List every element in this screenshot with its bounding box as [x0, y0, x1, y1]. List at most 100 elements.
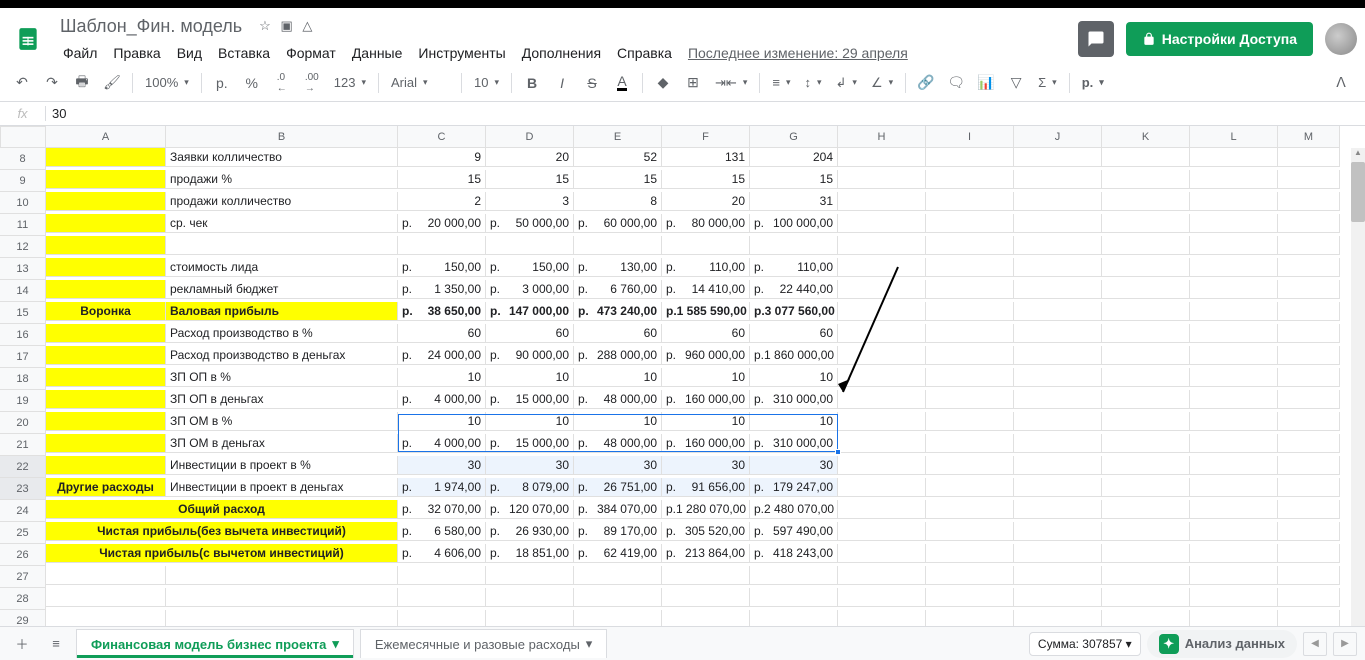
cell-C18[interactable]: 10 — [398, 368, 486, 387]
cell-M24[interactable] — [1278, 500, 1340, 519]
cell-K29[interactable] — [1102, 610, 1190, 626]
cell-D26[interactable]: р.18 851,00 — [486, 544, 574, 563]
cell-M21[interactable] — [1278, 434, 1340, 453]
cell-B19[interactable]: ЗП ОП в деньгах — [166, 390, 398, 409]
cell-D27[interactable] — [486, 566, 574, 585]
cell-F19[interactable]: р.160 000,00 — [662, 390, 750, 409]
cell-C22[interactable]: 30 — [398, 456, 486, 475]
row-header-18[interactable]: 18 — [0, 368, 46, 390]
sheet-tab-2[interactable]: Ежемесячные и разовые расходы▾ — [360, 629, 607, 658]
zoom-combo[interactable]: 100% — [139, 75, 195, 90]
cell-M18[interactable] — [1278, 368, 1340, 387]
percent-button[interactable]: % — [238, 69, 266, 97]
vertical-scrollbar[interactable] — [1351, 148, 1365, 626]
cell-F18[interactable]: 10 — [662, 368, 750, 387]
cell-G22[interactable]: 30 — [750, 456, 838, 475]
cell-A9[interactable] — [46, 170, 166, 189]
insert-chart-button[interactable]: 📊 — [972, 69, 1000, 97]
cell-D24[interactable]: р.120 070,00 — [486, 500, 574, 519]
cell-B20[interactable]: ЗП ОМ в % — [166, 412, 398, 431]
cell-K11[interactable] — [1102, 214, 1190, 233]
cell-F14[interactable]: р.14 410,00 — [662, 280, 750, 299]
cell-L12[interactable] — [1190, 236, 1278, 255]
increase-decimal-button[interactable]: .00→ — [298, 69, 326, 97]
cell-J13[interactable] — [1014, 258, 1102, 277]
cell-F20[interactable]: 10 — [662, 412, 750, 431]
wrap-button[interactable]: ↲ — [830, 75, 863, 91]
cell-G25[interactable]: р.597 490,00 — [750, 522, 838, 541]
tab-dropdown-icon[interactable]: ▾ — [586, 636, 593, 652]
cell-B10[interactable]: продажи колличество — [166, 192, 398, 211]
col-header-F[interactable]: F — [662, 126, 750, 148]
row-header-8[interactable]: 8 — [0, 148, 46, 170]
cell-M14[interactable] — [1278, 280, 1340, 299]
scroll-tabs-right[interactable]: ▶ — [1333, 632, 1357, 656]
row-header-11[interactable]: 11 — [0, 214, 46, 236]
row-header-15[interactable]: 15 — [0, 302, 46, 324]
cell-D19[interactable]: р.15 000,00 — [486, 390, 574, 409]
cell-D9[interactable]: 15 — [486, 170, 574, 189]
cell-I9[interactable] — [926, 170, 1014, 189]
cell-G19[interactable]: р.310 000,00 — [750, 390, 838, 409]
cell-E16[interactable]: 60 — [574, 324, 662, 343]
cell-I16[interactable] — [926, 324, 1014, 343]
row-header-25[interactable]: 25 — [0, 522, 46, 544]
menu-edit[interactable]: Правка — [106, 41, 167, 65]
cell-B23[interactable]: Инвестиции в проект в деньгах — [166, 478, 398, 497]
cell-C15[interactable]: р.38 650,00 — [398, 302, 486, 321]
share-button[interactable]: Настройки Доступа — [1126, 22, 1313, 56]
cell-K21[interactable] — [1102, 434, 1190, 453]
cell-E13[interactable]: р.130,00 — [574, 258, 662, 277]
col-header-G[interactable]: G — [750, 126, 838, 148]
cell-K8[interactable] — [1102, 148, 1190, 167]
cell-A21[interactable] — [46, 434, 166, 453]
cell-E8[interactable]: 52 — [574, 148, 662, 167]
decrease-decimal-button[interactable]: .0← — [268, 69, 296, 97]
cell-H22[interactable] — [838, 456, 926, 475]
add-sheet-button[interactable]: ＋ — [8, 630, 36, 658]
cell-G11[interactable]: р.100 000,00 — [750, 214, 838, 233]
col-header-B[interactable]: B — [166, 126, 398, 148]
cell-D21[interactable]: р.15 000,00 — [486, 434, 574, 453]
cell-G12[interactable] — [750, 236, 838, 255]
cell-F24[interactable]: р.1 280 070,00 — [662, 500, 750, 519]
cell-M22[interactable] — [1278, 456, 1340, 475]
italic-button[interactable]: I — [548, 69, 576, 97]
scroll-tabs-left[interactable]: ◀ — [1303, 632, 1327, 656]
cell-K26[interactable] — [1102, 544, 1190, 563]
cell-C9[interactable]: 15 — [398, 170, 486, 189]
cell-M9[interactable] — [1278, 170, 1340, 189]
cell-A13[interactable] — [46, 258, 166, 277]
user-avatar[interactable] — [1325, 23, 1357, 55]
cell-F28[interactable] — [662, 588, 750, 607]
col-header-K[interactable]: K — [1102, 126, 1190, 148]
cell-G27[interactable] — [750, 566, 838, 585]
cell-M27[interactable] — [1278, 566, 1340, 585]
cell-C23[interactable]: р.1 974,00 — [398, 478, 486, 497]
cell-E21[interactable]: р.48 000,00 — [574, 434, 662, 453]
cell-M17[interactable] — [1278, 346, 1340, 365]
sheet-tab-active[interactable]: Финансовая модель бизнес проекта▾ — [76, 629, 354, 658]
cell-A18[interactable] — [46, 368, 166, 387]
cell-L11[interactable] — [1190, 214, 1278, 233]
move-folder-icon[interactable]: ▣ — [280, 18, 292, 33]
cell-D13[interactable]: р.150,00 — [486, 258, 574, 277]
row-header-17[interactable]: 17 — [0, 346, 46, 368]
cell-C26[interactable]: р.4 606,00 — [398, 544, 486, 563]
menu-addons[interactable]: Дополнения — [515, 41, 608, 65]
cell-J29[interactable] — [1014, 610, 1102, 626]
cell-I23[interactable] — [926, 478, 1014, 497]
cell-E22[interactable]: 30 — [574, 456, 662, 475]
cell-C16[interactable]: 60 — [398, 324, 486, 343]
cell-M25[interactable] — [1278, 522, 1340, 541]
col-header-L[interactable]: L — [1190, 126, 1278, 148]
cell-K14[interactable] — [1102, 280, 1190, 299]
cell-I20[interactable] — [926, 412, 1014, 431]
cell-J14[interactable] — [1014, 280, 1102, 299]
cell-H23[interactable] — [838, 478, 926, 497]
cell-D25[interactable]: р.26 930,00 — [486, 522, 574, 541]
row-header-28[interactable]: 28 — [0, 588, 46, 610]
cell-A15[interactable]: Воронка — [46, 302, 166, 321]
col-header-M[interactable]: M — [1278, 126, 1340, 148]
cell-D11[interactable]: р.50 000,00 — [486, 214, 574, 233]
